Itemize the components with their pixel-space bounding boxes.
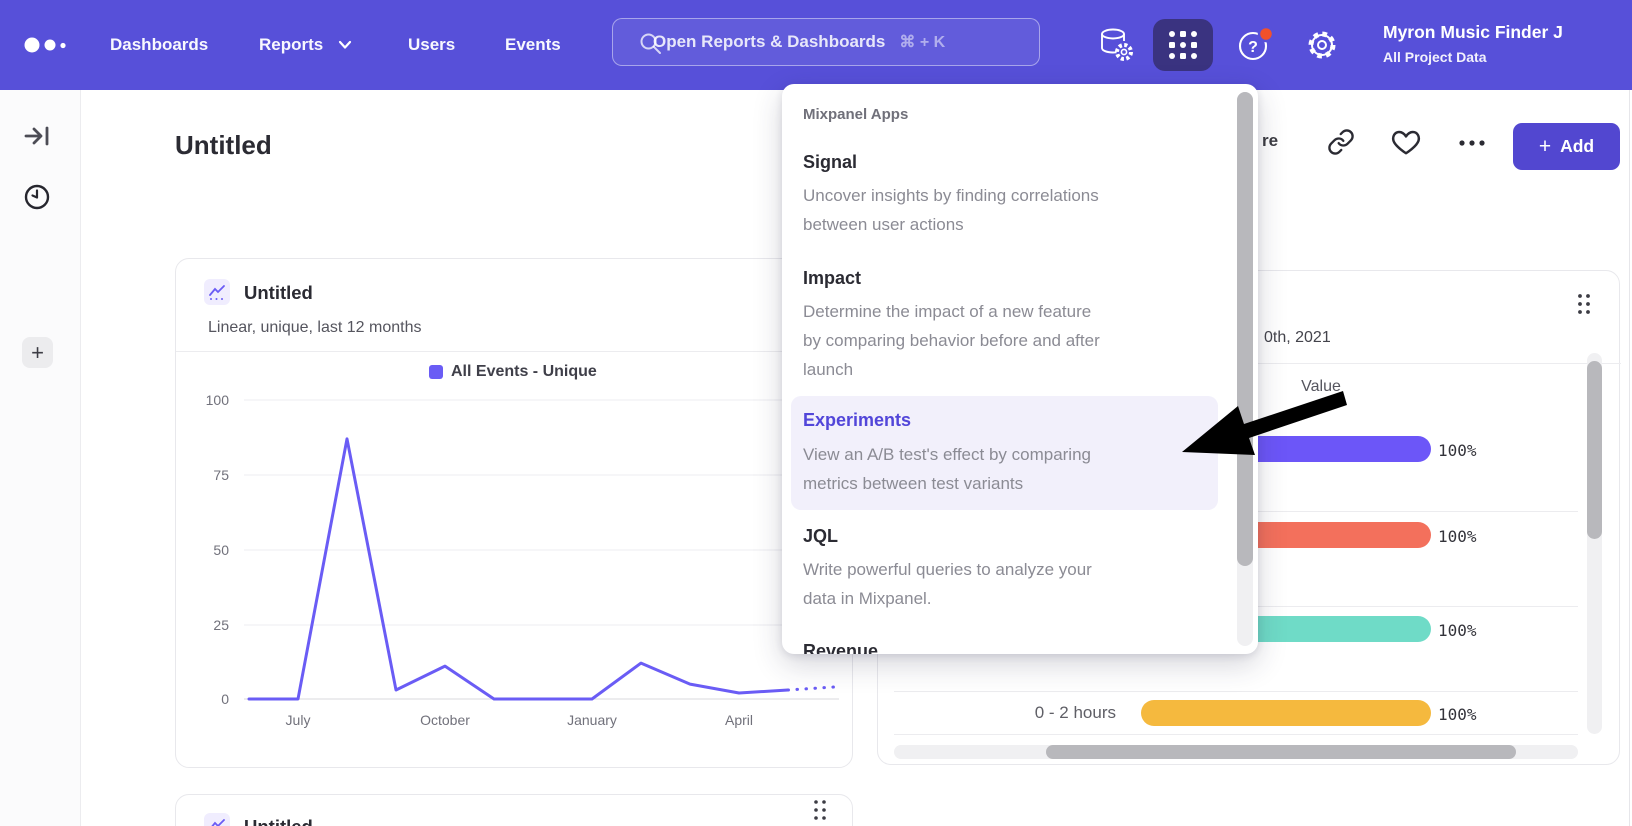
legend-label[interactable]: All Events - Unique: [451, 363, 597, 381]
apps-menu-scrollbar-thumb[interactable]: [1237, 92, 1253, 566]
search-icon: [639, 32, 663, 56]
bar-value-label: 100%: [1438, 621, 1477, 640]
card-divider: [176, 351, 854, 352]
row-label: 0 - 2 hours: [996, 703, 1116, 723]
chart-type-icon: [204, 813, 230, 826]
chevron-down-icon: [338, 40, 352, 50]
favorite-heart-icon[interactable]: [1390, 127, 1422, 157]
plus-icon: +: [1539, 135, 1551, 159]
svg-text:?: ?: [1248, 39, 1258, 56]
nav-item-events[interactable]: Events: [505, 0, 561, 90]
add-plus-icon: +: [31, 340, 44, 366]
series-line[interactable]: [249, 439, 788, 699]
bar-value-label: 100%: [1438, 527, 1477, 546]
bar-value-label: 100%: [1438, 441, 1477, 460]
copy-link-icon[interactable]: [1327, 128, 1355, 156]
menu-item-signal-description: Uncover insights by finding correlations…: [803, 181, 1203, 239]
apps-grid-icon: [1166, 28, 1200, 62]
date-range-label-partial: 0th, 2021: [1264, 329, 1331, 347]
user-project-label: All Project Data: [1383, 49, 1486, 65]
global-search-input[interactable]: Open Reports & Dashboards ⌘ + K: [612, 18, 1040, 66]
x-tick: January: [567, 712, 617, 728]
legend-swatch: [429, 365, 443, 379]
user-menu[interactable]: Myron Music Finder J: [1383, 22, 1632, 43]
left-sidebar: +: [0, 90, 81, 826]
x-tick: October: [420, 712, 470, 728]
help-icon[interactable]: ?: [1236, 26, 1278, 66]
nav-item-reports[interactable]: Reports: [259, 0, 323, 90]
table-vertical-scrollbar-thumb[interactable]: [1587, 361, 1602, 539]
drag-handle-icon[interactable]: [813, 799, 827, 821]
add-button[interactable]: + Add: [1513, 123, 1620, 170]
viewport-right-divider: [1629, 90, 1630, 826]
bar-value-label: 100%: [1438, 705, 1477, 724]
drag-handle-icon[interactable]: [1577, 293, 1591, 317]
mixpanel-logo-icon[interactable]: [22, 34, 72, 56]
settings-gear-icon[interactable]: [1303, 26, 1343, 66]
page-title: Untitled: [175, 130, 272, 161]
row-divider: [894, 691, 1578, 692]
top-navbar: Dashboards Reports Users Events Open Rep…: [0, 0, 1632, 90]
apps-menu-header: Mixpanel Apps: [803, 106, 908, 123]
more-options-icon[interactable]: [1458, 138, 1488, 148]
second-chart-card: Untitled: [175, 794, 853, 826]
x-tick: July: [286, 712, 311, 728]
menu-item-impact[interactable]: Impact: [803, 268, 861, 289]
y-tick: 0: [221, 691, 229, 707]
notification-dot: [1259, 27, 1273, 41]
data-connections-icon[interactable]: [1096, 26, 1138, 66]
chart-card-title: Untitled: [244, 282, 313, 304]
search-shortcut: ⌘ + K: [899, 32, 945, 52]
value-bar: [1141, 700, 1431, 726]
mixpanel-dashboard: Dashboards Reports Users Events Open Rep…: [0, 0, 1632, 826]
chart-type-icon: [204, 279, 230, 305]
share-button-partial[interactable]: re: [1262, 131, 1278, 151]
menu-item-signal[interactable]: Signal: [803, 152, 857, 173]
menu-item-experiments-description: View an A/B test's effect by comparing m…: [803, 440, 1203, 498]
menu-item-revenue[interactable]: Revenue: [803, 641, 878, 654]
mixpanel-apps-menu: Mixpanel Apps Signal Uncover insights by…: [782, 84, 1258, 654]
second-card-title: Untitled: [244, 816, 313, 826]
y-tick: 50: [213, 542, 229, 558]
line-chart-card: Untitled Linear, unique, last 12 months …: [175, 258, 853, 768]
history-clock-icon[interactable]: [24, 184, 52, 212]
y-tick: 75: [213, 467, 229, 483]
sidebar-add-button[interactable]: +: [22, 337, 53, 368]
menu-item-experiments[interactable]: Experiments: [803, 410, 911, 431]
line-chart-plot: 100 75 50 25 0 July October January Apri…: [177, 391, 853, 763]
series-line-incomplete: [788, 687, 834, 690]
add-button-label: Add: [1560, 136, 1594, 157]
menu-item-impact-description: Determine the impact of a new feature by…: [803, 297, 1203, 384]
collapse-sidebar-icon[interactable]: [24, 123, 52, 151]
table-horizontal-scrollbar-thumb[interactable]: [1046, 745, 1516, 759]
search-placeholder: Open Reports & Dashboards: [653, 32, 885, 52]
chart-card-subtitle: Linear, unique, last 12 months: [208, 319, 421, 337]
apps-grid-button[interactable]: [1153, 19, 1213, 71]
row-divider: [894, 734, 1578, 735]
x-tick: April: [725, 712, 753, 728]
y-tick: 100: [206, 392, 230, 408]
nav-item-dashboards[interactable]: Dashboards: [110, 0, 208, 90]
menu-item-jql[interactable]: JQL: [803, 526, 838, 547]
y-tick: 25: [213, 617, 229, 633]
menu-item-jql-description: Write powerful queries to analyze your d…: [803, 555, 1203, 613]
nav-item-users[interactable]: Users: [408, 0, 455, 90]
